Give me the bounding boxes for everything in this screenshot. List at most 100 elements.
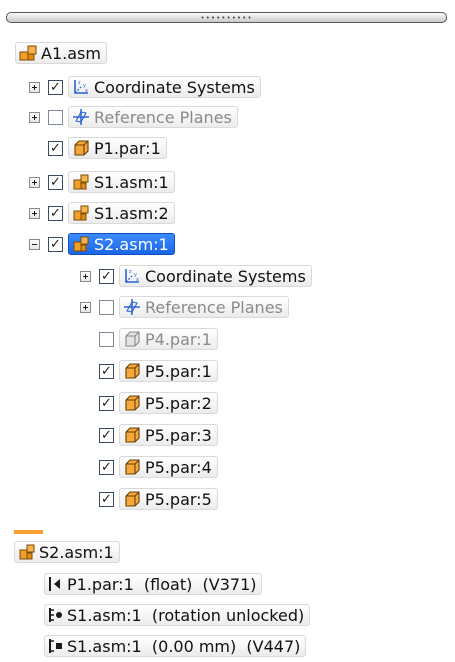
tree-row-p5-par-4[interactable]: ✓ P5.par:4 xyxy=(80,455,218,479)
tree-node[interactable]: P5.par:1 xyxy=(119,360,218,382)
visibility-checkbox[interactable]: ✓ xyxy=(48,236,63,252)
visibility-checkbox[interactable]: ✓ xyxy=(48,174,63,190)
tree-node-label: Reference Planes xyxy=(145,297,283,317)
visibility-checkbox[interactable]: ✓ xyxy=(99,491,114,507)
pathfinder-panel: •••••••••• A1.asm ✓ z y x Coordinate Sys… xyxy=(0,0,455,662)
svg-text:z: z xyxy=(129,269,132,275)
tree-node[interactable]: S1.asm:1 xyxy=(68,171,175,193)
tree-node[interactable]: Reference Planes xyxy=(68,106,238,128)
visibility-checkbox[interactable]: ✓ xyxy=(99,459,114,475)
cylindrical-relationship-icon xyxy=(49,608,62,622)
relationship-label: P1.par:1 (float) (V371) xyxy=(67,574,257,594)
tree-node[interactable]: P5.par:3 xyxy=(119,424,218,446)
reference-plane-icon xyxy=(73,109,89,125)
part-icon xyxy=(125,363,140,379)
visibility-checkbox[interactable] xyxy=(99,331,114,347)
visibility-checkbox[interactable]: ✓ xyxy=(48,79,63,95)
subassembly-icon xyxy=(73,205,89,221)
svg-text:x: x xyxy=(85,88,88,94)
coordinate-system-icon: z y x xyxy=(74,80,88,94)
tree-node[interactable]: P5.par:4 xyxy=(119,456,218,478)
panel-splitter[interactable]: •••••••••• xyxy=(6,12,447,23)
tree-node-selected[interactable]: S2.asm:1 xyxy=(68,233,175,255)
visibility-checkbox[interactable]: ✓ xyxy=(99,427,114,443)
tree-row-p5-par-2[interactable]: ✓ P5.par:2 xyxy=(80,391,218,415)
part-icon xyxy=(125,395,140,411)
subassembly-icon xyxy=(73,174,89,190)
tree-node-label: Reference Planes xyxy=(94,107,232,127)
relationships-header-row[interactable]: S2.asm:1 xyxy=(14,540,120,564)
tree-row-p5-par-1[interactable]: ✓ P5.par:1 xyxy=(80,359,218,383)
tree-node-label: P5.par:3 xyxy=(145,425,212,445)
tree-row-s2-coordinate-systems[interactable]: ✓ z y x Coordinate Systems xyxy=(80,264,312,288)
tree-node-label: P5.par:5 xyxy=(145,489,212,509)
visibility-checkbox[interactable]: ✓ xyxy=(99,363,114,379)
visibility-checkbox[interactable] xyxy=(48,109,63,125)
tree-node-label: S1.asm:2 xyxy=(94,203,169,223)
visibility-checkbox[interactable] xyxy=(99,299,114,315)
relationships-header-node[interactable]: S2.asm:1 xyxy=(14,541,120,563)
tree-node[interactable]: z y x Coordinate Systems xyxy=(119,265,312,287)
tree-node[interactable]: P1.par:1 xyxy=(68,137,167,159)
tree-node-label: P4.par:1 xyxy=(145,329,212,349)
tree-node-label: S1.asm:1 xyxy=(94,172,169,192)
tree-node-label: Coordinate Systems xyxy=(94,77,255,97)
part-icon xyxy=(125,491,140,507)
tree-node[interactable]: z y x Coordinate Systems xyxy=(68,76,261,98)
part-hidden-icon xyxy=(125,331,140,347)
tree-root-row[interactable]: A1.asm xyxy=(15,41,107,65)
tree-row-p5-par-3[interactable]: ✓ P5.par:3 xyxy=(80,423,218,447)
relationship-row-cylindrical[interactable]: S1.asm:1 (rotation unlocked) xyxy=(44,603,311,627)
part-icon xyxy=(125,459,140,475)
visibility-checkbox[interactable]: ✓ xyxy=(99,268,114,284)
tree-row-p4-par-1[interactable]: P4.par:1 xyxy=(80,327,218,351)
expand-toggle-icon[interactable] xyxy=(80,270,91,282)
relationship-row-mate[interactable]: S1.asm:1 (0.00 mm) (V447) xyxy=(44,634,307,658)
tree-node-label: P5.par:2 xyxy=(145,393,212,413)
tree-node[interactable]: P4.par:1 xyxy=(119,328,218,350)
tree-row-s1-asm-1[interactable]: ✓ S1.asm:1 xyxy=(29,170,175,194)
tree-node-label: P5.par:4 xyxy=(145,457,212,477)
visibility-checkbox[interactable]: ✓ xyxy=(48,205,63,221)
expand-toggle-icon[interactable] xyxy=(29,176,40,188)
tree-row-p1-par-1[interactable]: ✓ P1.par:1 xyxy=(29,136,167,160)
relationship-node[interactable]: S1.asm:1 (0.00 mm) (V447) xyxy=(44,635,307,657)
part-icon xyxy=(74,140,89,156)
relationship-node[interactable]: S1.asm:1 (rotation unlocked) xyxy=(44,604,311,626)
tree-node-label: P1.par:1 xyxy=(94,138,161,158)
tree-node[interactable]: Reference Planes xyxy=(119,296,289,318)
relationship-node[interactable]: P1.par:1 (float) (V371) xyxy=(44,573,263,595)
subassembly-icon xyxy=(19,544,35,560)
part-icon xyxy=(125,427,140,443)
visibility-checkbox[interactable]: ✓ xyxy=(48,140,63,156)
relationships-accent-bar xyxy=(14,530,43,534)
tree-node-label: Coordinate Systems xyxy=(145,266,306,286)
tree-row-coordinate-systems[interactable]: ✓ z y x Coordinate Systems xyxy=(29,75,261,99)
tree-node[interactable]: P5.par:5 xyxy=(119,488,218,510)
expand-toggle-icon[interactable] xyxy=(29,207,40,219)
tree-row-reference-planes[interactable]: Reference Planes xyxy=(29,105,238,129)
tree-row-p5-par-5[interactable]: ✓ P5.par:5 xyxy=(80,487,218,511)
expand-toggle-icon[interactable] xyxy=(29,81,40,93)
reference-plane-icon xyxy=(124,299,140,315)
splitter-grip[interactable]: •••••••••• xyxy=(200,15,252,22)
tree-row-s2-reference-planes[interactable]: Reference Planes xyxy=(80,295,289,319)
expand-toggle-icon[interactable] xyxy=(80,301,91,313)
tree-row-s2-asm-1[interactable]: ✓ S2.asm:1 xyxy=(29,232,175,256)
tree-row-s1-asm-2[interactable]: ✓ S1.asm:2 xyxy=(29,201,175,225)
tree-node[interactable]: P5.par:2 xyxy=(119,392,218,414)
axial-align-relationship-icon xyxy=(49,577,60,591)
assembly-icon xyxy=(19,45,37,61)
visibility-checkbox[interactable]: ✓ xyxy=(99,395,114,411)
expand-toggle-icon[interactable] xyxy=(29,111,40,123)
relationship-row-axial-align[interactable]: P1.par:1 (float) (V371) xyxy=(44,572,263,596)
collapse-toggle-icon[interactable] xyxy=(29,238,40,250)
svg-text:x: x xyxy=(136,277,139,283)
tree-root-node[interactable]: A1.asm xyxy=(15,42,107,64)
tree-node[interactable]: S1.asm:2 xyxy=(68,202,175,224)
